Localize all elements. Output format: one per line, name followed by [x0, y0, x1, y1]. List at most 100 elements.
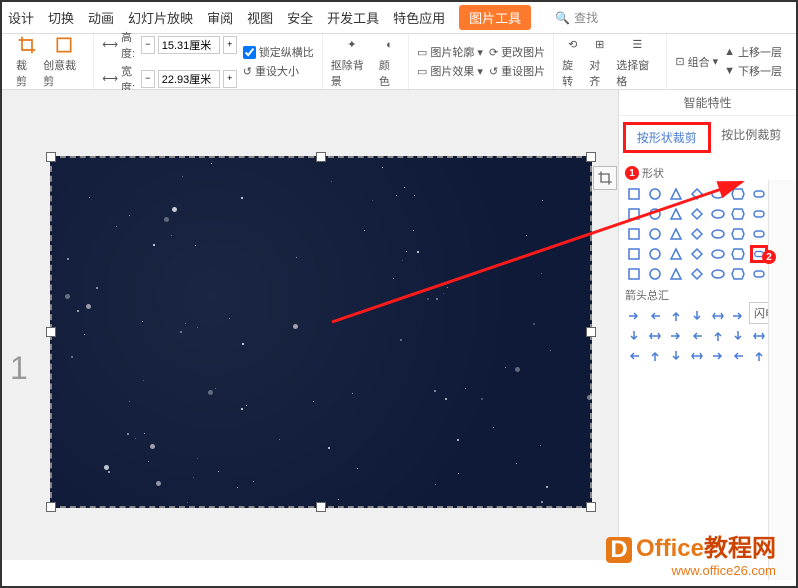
resize-handle-br[interactable]: [586, 502, 596, 512]
shape-6[interactable]: [750, 185, 768, 203]
width-input[interactable]: [158, 70, 220, 88]
arrow-shape-18[interactable]: [667, 347, 685, 365]
shape-19[interactable]: [688, 225, 706, 243]
send-backward-button[interactable]: ▼下移一层: [724, 63, 782, 79]
tab-1[interactable]: 切换: [48, 8, 74, 27]
tab-8[interactable]: 特色应用: [393, 8, 445, 27]
tab-2[interactable]: 动画: [88, 8, 114, 27]
shape-26[interactable]: [667, 245, 685, 263]
height-minus[interactable]: −: [141, 36, 155, 54]
arrow-shape-12[interactable]: [709, 327, 727, 345]
arrow-shape-1[interactable]: [646, 307, 664, 325]
remove-bg-button[interactable]: ✦ 抠除背景: [331, 35, 373, 89]
tab-4[interactable]: 审阅: [207, 8, 233, 27]
shape-9[interactable]: [646, 205, 664, 223]
crop-by-ratio-tab[interactable]: 按比例裁剪: [711, 122, 793, 153]
shape-5[interactable]: [729, 185, 747, 203]
shape-13[interactable]: [729, 205, 747, 223]
shape-24[interactable]: [625, 245, 643, 263]
crop-by-shape-tab[interactable]: 按形状裁剪: [623, 122, 711, 153]
search-button[interactable]: 🔍查找: [555, 9, 598, 26]
shape-11[interactable]: [688, 205, 706, 223]
shape-3[interactable]: [688, 185, 706, 203]
crop-button[interactable]: 裁剪: [16, 35, 37, 89]
crop-tool-button[interactable]: [593, 166, 617, 190]
shape-4[interactable]: [709, 185, 727, 203]
shape-38[interactable]: [750, 265, 768, 283]
arrow-shape-14[interactable]: [750, 327, 768, 345]
shape-33[interactable]: [646, 265, 664, 283]
resize-handle-tm[interactable]: [316, 152, 326, 162]
shape-25[interactable]: [646, 245, 664, 263]
resize-handle-bl[interactable]: [46, 502, 56, 512]
shape-8[interactable]: [625, 205, 643, 223]
selection-pane-button[interactable]: ☰ 选择窗格: [616, 35, 658, 89]
pic-outline-button[interactable]: ▭图片轮廓 ▾: [417, 44, 483, 60]
shape-0[interactable]: [625, 185, 643, 203]
arrow-shape-8[interactable]: [625, 327, 643, 345]
shape-1[interactable]: [646, 185, 664, 203]
canvas[interactable]: [2, 90, 618, 560]
resize-handle-bm[interactable]: [316, 502, 326, 512]
tab-7[interactable]: 开发工具: [327, 8, 379, 27]
lock-ratio-checkbox[interactable]: 锁定纵横比: [243, 44, 314, 60]
shape-21[interactable]: [729, 225, 747, 243]
tab-3[interactable]: 幻灯片放映: [128, 8, 193, 27]
tab-0[interactable]: 设计: [8, 8, 34, 27]
tab-6[interactable]: 安全: [287, 8, 313, 27]
height-plus[interactable]: +: [223, 36, 237, 54]
reset-size-button[interactable]: ↺重设大小: [243, 63, 314, 79]
shape-16[interactable]: [625, 225, 643, 243]
group-button[interactable]: ⊡组合 ▾: [675, 54, 718, 70]
rotate-button[interactable]: ⟲ 旋转: [562, 35, 583, 89]
arrow-shape-0[interactable]: [625, 307, 643, 325]
resize-handle-tr[interactable]: [586, 152, 596, 162]
shape-36[interactable]: [709, 265, 727, 283]
arrow-shape-11[interactable]: [688, 327, 706, 345]
shape-14[interactable]: [750, 205, 768, 223]
tab-9[interactable]: 图片工具: [459, 5, 531, 30]
arrow-shape-19[interactable]: [688, 347, 706, 365]
shape-27[interactable]: [688, 245, 706, 263]
arrow-shape-21[interactable]: [729, 347, 747, 365]
arrow-shape-2[interactable]: [667, 307, 685, 325]
bring-forward-button[interactable]: ▲上移一层: [724, 44, 782, 60]
shape-10[interactable]: [667, 205, 685, 223]
arrow-shape-9[interactable]: [646, 327, 664, 345]
shape-35[interactable]: [688, 265, 706, 283]
selected-image[interactable]: [50, 156, 592, 508]
tab-5[interactable]: 视图: [247, 8, 273, 27]
arrow-shape-10[interactable]: [667, 327, 685, 345]
arrow-shape-16[interactable]: [625, 347, 643, 365]
width-minus[interactable]: −: [141, 70, 155, 88]
pic-effects-button[interactable]: ▭图片效果 ▾: [417, 63, 483, 79]
shape-32[interactable]: [625, 265, 643, 283]
reset-pic-button[interactable]: ↺重设图片: [489, 63, 545, 79]
change-pic-button[interactable]: ⟳更改图片: [489, 44, 545, 60]
arrow-shape-20[interactable]: [709, 347, 727, 365]
arrow-shape-13[interactable]: [729, 327, 747, 345]
shape-22[interactable]: [750, 225, 768, 243]
align-button[interactable]: ⊞ 对齐: [589, 35, 610, 89]
shape-29[interactable]: [729, 245, 747, 263]
shape-28[interactable]: [709, 245, 727, 263]
shape-20[interactable]: [709, 225, 727, 243]
arrow-shape-22[interactable]: [750, 347, 768, 365]
arrow-shape-17[interactable]: [646, 347, 664, 365]
resize-handle-ml[interactable]: [46, 327, 56, 337]
creative-crop-button[interactable]: 创意裁剪: [43, 35, 85, 89]
shape-37[interactable]: [729, 265, 747, 283]
color-button[interactable]: ◐ 颜色: [379, 35, 400, 89]
width-plus[interactable]: +: [223, 70, 237, 88]
shape-18[interactable]: [667, 225, 685, 243]
height-input[interactable]: [158, 36, 220, 54]
resize-handle-mr[interactable]: [586, 327, 596, 337]
arrow-shape-3[interactable]: [688, 307, 706, 325]
arrow-shape-5[interactable]: [729, 307, 747, 325]
shape-12[interactable]: [709, 205, 727, 223]
resize-handle-tl[interactable]: [46, 152, 56, 162]
shape-2[interactable]: [667, 185, 685, 203]
shape-17[interactable]: [646, 225, 664, 243]
arrow-shape-4[interactable]: [709, 307, 727, 325]
shape-34[interactable]: [667, 265, 685, 283]
